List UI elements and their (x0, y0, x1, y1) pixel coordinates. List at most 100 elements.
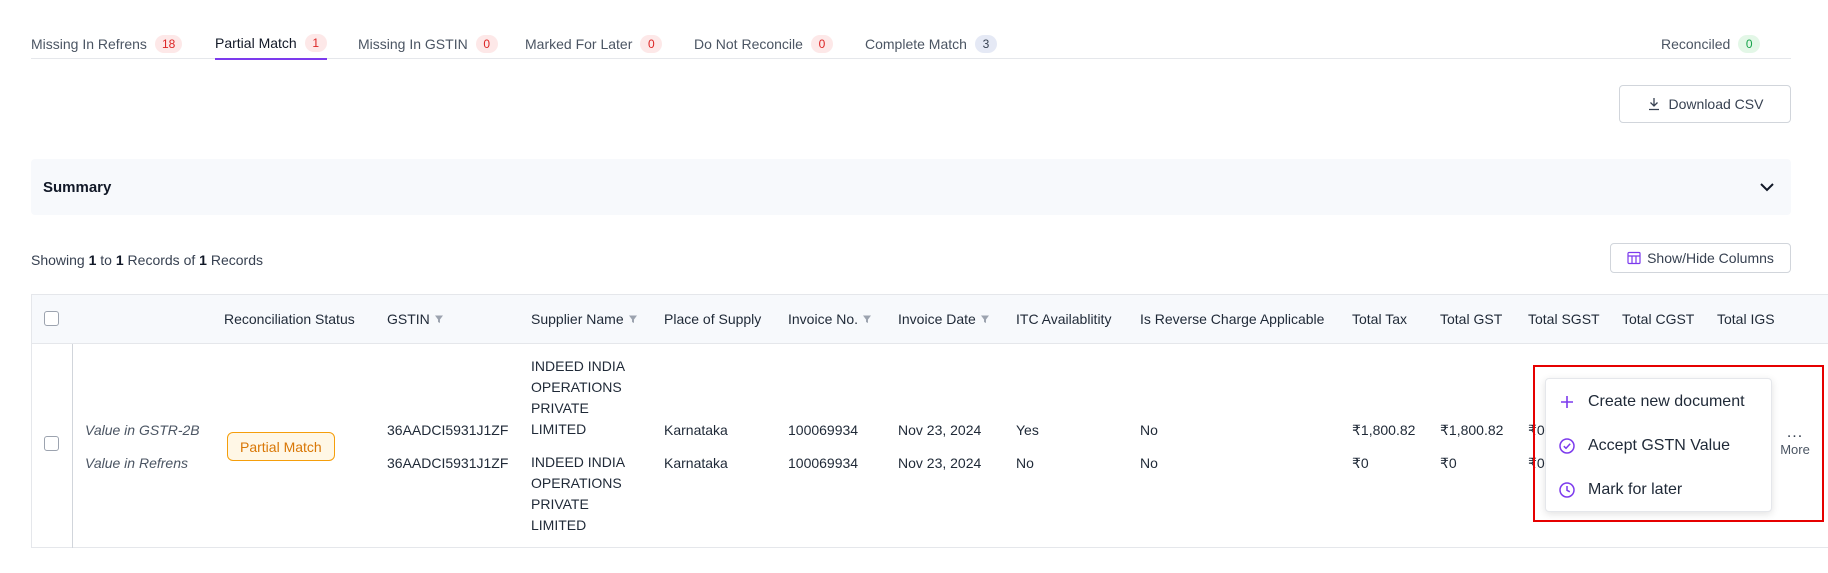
place-gstr: Karnataka (664, 422, 728, 438)
gstin-gstr: 36AADCI5931J1ZF (387, 422, 509, 438)
showing-of-word: of (183, 252, 196, 268)
total-tax-refrens: ₹0 (1352, 455, 1369, 471)
column-total-igst[interactable]: Total IGS (1717, 311, 1775, 327)
column-label: Total Tax (1352, 311, 1407, 327)
menu-item-mark-for-later[interactable]: Mark for later (1546, 470, 1771, 510)
reverse-gstr: No (1140, 422, 1158, 438)
supplier-line: LIMITED (531, 421, 587, 437)
tab-reconciled[interactable]: Reconciled 0 (1661, 34, 1761, 60)
column-label: Reconciliation Status (224, 311, 355, 327)
filter-icon[interactable] (628, 314, 638, 324)
more-actions-menu: Create new document Accept GSTN Value Ma… (1545, 378, 1772, 512)
tab-partial-match[interactable]: Partial Match 1 (215, 34, 327, 60)
column-label: Supplier Name (531, 311, 624, 327)
tab-label: Do Not Reconcile (694, 36, 803, 52)
count-badge: 0 (1738, 35, 1761, 53)
filter-icon[interactable] (434, 314, 444, 324)
supplier-name-gstr: INDEED INDIA OPERATIONS PRIVATE LIMITED (531, 356, 641, 440)
menu-item-label: Accept GSTN Value (1588, 437, 1730, 454)
tab-missing-in-refrens[interactable]: Missing In Refrens 18 (31, 34, 183, 60)
total-gst-refrens: ₹0 (1440, 455, 1457, 471)
download-icon (1648, 98, 1659, 111)
show-hide-columns-label: Show/Hide Columns (1647, 250, 1774, 266)
records-summary: Showing 1 to 1 Records of 1 Records (31, 252, 263, 268)
tab-label: Missing In Refrens (31, 36, 147, 52)
column-total-sgst[interactable]: Total SGST (1528, 311, 1600, 327)
column-invoice-no[interactable]: Invoice No. (788, 311, 872, 327)
menu-item-accept-gstn-value[interactable]: Accept GSTN Value (1546, 426, 1771, 466)
row-checkbox[interactable] (44, 436, 59, 451)
invoice-date-gstr: Nov 23, 2024 (898, 422, 982, 438)
tab-do-not-reconcile[interactable]: Do Not Reconcile 0 (694, 34, 833, 60)
row-label-refrens: Value in Refrens (85, 455, 188, 471)
itc-gstr: Yes (1016, 422, 1039, 438)
showing-total: 1 (199, 252, 207, 268)
column-place-of-supply[interactable]: Place of Supply (664, 311, 761, 327)
row-label-gstr: Value in GSTR-2B (85, 422, 200, 438)
supplier-line: LIMITED (531, 517, 587, 533)
supplier-line: PRIVATE (531, 496, 589, 512)
check-circle-icon (1559, 438, 1575, 454)
table-header: Reconciliation Status GSTIN Supplier Nam… (32, 295, 1828, 344)
supplier-line: OPERATIONS (531, 475, 622, 491)
column-label: Invoice No. (788, 311, 859, 327)
tab-label: Partial Match (215, 35, 297, 51)
row-divider (72, 344, 73, 548)
column-total-gst[interactable]: Total GST (1440, 311, 1502, 327)
chevron-down-icon[interactable] (1757, 177, 1777, 197)
column-reverse-charge[interactable]: Is Reverse Charge Applicable (1140, 311, 1324, 327)
count-badge: 1 (304, 34, 327, 52)
filter-icon[interactable] (980, 314, 990, 324)
supplier-line: INDEED INDIA (531, 454, 626, 470)
summary-panel[interactable]: Summary (31, 159, 1791, 215)
showing-prefix: Showing (31, 252, 85, 268)
count-badge: 18 (154, 35, 183, 53)
count-badge: 0 (475, 35, 498, 53)
invoice-no-gstr: 100069934 (788, 422, 859, 438)
tab-label: Marked For Later (525, 36, 633, 52)
showing-from: 1 (88, 252, 97, 268)
menu-item-label: Mark for later (1588, 481, 1683, 498)
invoice-no-refrens: 100069934 (788, 455, 859, 471)
supplier-line: OPERATIONS (531, 379, 622, 395)
download-csv-button[interactable]: Download CSV (1619, 85, 1791, 123)
count-badge: 3 (974, 35, 997, 53)
plus-icon (1561, 396, 1573, 408)
showing-to: 1 (115, 252, 124, 268)
total-tax-gstr: ₹1,800.82 (1352, 422, 1416, 438)
tab-marked-for-later[interactable]: Marked For Later 0 (525, 34, 663, 60)
tab-missing-in-gstin[interactable]: Missing In GSTIN 0 (358, 34, 498, 60)
column-total-tax[interactable]: Total Tax (1352, 311, 1407, 327)
column-supplier-name[interactable]: Supplier Name (531, 311, 638, 327)
column-label: Total CGST (1622, 311, 1695, 327)
select-all-checkbox[interactable] (44, 311, 59, 326)
column-invoice-date[interactable]: Invoice Date (898, 311, 990, 327)
supplier-line: PRIVATE (531, 400, 589, 416)
column-itc-availability[interactable]: ITC Availablitity (1016, 311, 1111, 327)
count-badge: 0 (640, 35, 663, 53)
reverse-refrens: No (1140, 455, 1158, 471)
columns-icon (1627, 251, 1641, 265)
place-refrens: Karnataka (664, 455, 728, 471)
tab-label: Complete Match (865, 36, 967, 52)
filter-icon[interactable] (862, 314, 872, 324)
summary-title: Summary (43, 178, 112, 196)
column-label: Is Reverse Charge Applicable (1140, 311, 1325, 327)
total-gst-gstr: ₹1,800.82 (1440, 422, 1504, 438)
column-label: GSTIN (387, 311, 430, 327)
menu-item-create-new-document[interactable]: Create new document (1546, 382, 1771, 422)
supplier-line: INDEED INDIA (531, 358, 626, 374)
show-hide-columns-button[interactable]: Show/Hide Columns (1610, 243, 1791, 273)
showing-records-word: Records (210, 252, 263, 268)
tab-label: Missing In GSTIN (358, 36, 468, 52)
download-csv-label: Download CSV (1668, 96, 1764, 112)
column-label: Total GST (1440, 311, 1503, 327)
column-label: ITC Availablitity (1016, 311, 1112, 327)
reconciliation-tabs: Missing In Refrens 18 Partial Match 1 Mi… (31, 28, 1791, 60)
tab-complete-match[interactable]: Complete Match 3 (865, 34, 997, 60)
column-total-cgst[interactable]: Total CGST (1622, 311, 1694, 327)
tab-label: Reconciled (1661, 36, 1731, 52)
column-gstin[interactable]: GSTIN (387, 311, 444, 327)
column-label: Total IGS (1717, 311, 1775, 327)
column-reconciliation-status[interactable]: Reconciliation Status (224, 311, 355, 327)
